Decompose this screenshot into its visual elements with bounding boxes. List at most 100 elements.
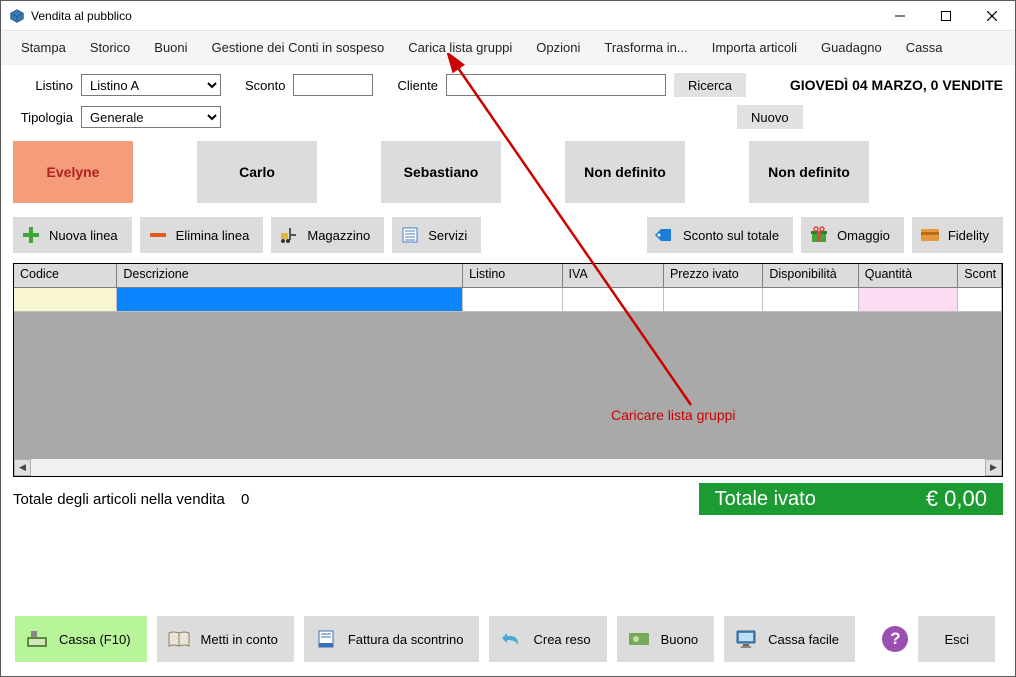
sconto-totale-button[interactable]: Sconto sul totale	[647, 217, 793, 253]
cell-codice[interactable]	[14, 288, 117, 312]
metti-in-conto-button[interactable]: Metti in conto	[157, 616, 294, 662]
profile-sebastiano[interactable]: Sebastiano	[381, 141, 501, 203]
profile-evelyne[interactable]: Evelyne	[13, 141, 133, 203]
window-title: Vendita al pubblico	[31, 9, 877, 23]
listino-select[interactable]: Listino A	[81, 74, 221, 96]
window-maximize-button[interactable]	[923, 1, 969, 31]
col-prezzo[interactable]: Prezzo ivato	[664, 264, 763, 288]
col-sconto[interactable]: Scont	[958, 264, 1002, 288]
cell-sconto[interactable]	[958, 288, 1002, 312]
tipologia-label: Tipologia	[13, 110, 73, 125]
forklift-icon	[279, 225, 299, 245]
menu-cassa[interactable]: Cassa	[894, 34, 955, 61]
buono-label: Buono	[661, 632, 699, 647]
window-minimize-button[interactable]	[877, 1, 923, 31]
sconto-input[interactable]	[293, 74, 373, 96]
menu-gestione-conti[interactable]: Gestione dei Conti in sospeso	[200, 34, 397, 61]
elimina-linea-button[interactable]: Elimina linea	[140, 217, 264, 253]
profile-carlo[interactable]: Carlo	[197, 141, 317, 203]
servizi-button[interactable]: Servizi	[392, 217, 481, 253]
tag-icon	[655, 225, 675, 245]
crea-reso-button[interactable]: Crea reso	[489, 616, 606, 662]
elimina-linea-label: Elimina linea	[176, 228, 250, 243]
cassa-label: Cassa (F10)	[59, 632, 131, 647]
menu-importa-articoli[interactable]: Importa articoli	[700, 34, 809, 61]
profile-non-definito-2[interactable]: Non definito	[749, 141, 869, 203]
buono-button[interactable]: Buono	[617, 616, 715, 662]
app-icon	[9, 8, 25, 24]
profile-non-definito-1[interactable]: Non definito	[565, 141, 685, 203]
card-icon	[920, 225, 940, 245]
sconto-totale-label: Sconto sul totale	[683, 228, 779, 243]
total-items-label: Totale degli articoli nella vendita 0	[13, 491, 249, 508]
menu-buoni[interactable]: Buoni	[142, 34, 199, 61]
cell-disponibilita[interactable]	[763, 288, 858, 312]
total-ivato-value: € 0,00	[926, 486, 987, 512]
col-iva[interactable]: IVA	[563, 264, 664, 288]
scroll-right-button[interactable]: ▶	[985, 459, 1002, 476]
tipologia-select[interactable]: Generale	[81, 106, 221, 128]
metti-in-conto-label: Metti in conto	[201, 632, 278, 647]
fattura-scontrino-label: Fattura da scontrino	[348, 632, 464, 647]
nuovo-button[interactable]: Nuovo	[737, 105, 803, 129]
cell-prezzo[interactable]	[664, 288, 763, 312]
esci-button[interactable]: Esci	[918, 616, 995, 662]
cell-iva[interactable]	[563, 288, 664, 312]
crea-reso-label: Crea reso	[533, 632, 590, 647]
bottom-toolbar: Cassa (F10) Metti in conto Fattura da sc…	[1, 602, 1015, 676]
col-codice[interactable]: Codice	[14, 264, 117, 288]
fattura-scontrino-button[interactable]: Fattura da scontrino	[304, 616, 480, 662]
cash-register-icon	[25, 628, 49, 650]
col-listino[interactable]: Listino	[463, 264, 562, 288]
col-descrizione[interactable]: Descrizione	[117, 264, 463, 288]
col-quantita[interactable]: Quantità	[859, 264, 958, 288]
cliente-input[interactable]	[446, 74, 666, 96]
menu-opzioni[interactable]: Opzioni	[524, 34, 592, 61]
sconto-label: Sconto	[245, 78, 285, 93]
window-close-button[interactable]	[969, 1, 1015, 31]
horizontal-scrollbar[interactable]: ◀ ▶	[14, 459, 1002, 476]
help-button[interactable]: ?	[882, 626, 908, 652]
cliente-label: Cliente	[397, 78, 437, 93]
profile-row: Evelyne Carlo Sebastiano Non definito No…	[1, 133, 1015, 217]
app-menubar: Stampa Storico Buoni Gestione dei Conti …	[1, 31, 1015, 65]
omaggio-button[interactable]: Omaggio	[801, 217, 904, 253]
magazzino-button[interactable]: Magazzino	[271, 217, 384, 253]
total-items-count: 0	[241, 491, 249, 508]
menu-trasforma-in[interactable]: Trasforma in...	[592, 34, 699, 61]
annotation-text: Caricare lista gruppi	[611, 407, 736, 423]
nuova-linea-label: Nuova linea	[49, 228, 118, 243]
voucher-icon	[627, 628, 651, 650]
magazzino-label: Magazzino	[307, 228, 370, 243]
cell-descrizione[interactable]	[117, 288, 463, 312]
total-ivato-label: Totale ivato	[715, 488, 816, 511]
esci-label: Esci	[944, 632, 969, 647]
scroll-left-button[interactable]: ◀	[14, 459, 31, 476]
book-icon	[167, 628, 191, 650]
monitor-icon	[734, 628, 758, 650]
menu-storico[interactable]: Storico	[78, 34, 142, 61]
menu-carica-lista-gruppi[interactable]: Carica lista gruppi	[396, 34, 524, 61]
list-icon	[400, 225, 420, 245]
nuova-linea-button[interactable]: Nuova linea	[13, 217, 132, 253]
menu-stampa[interactable]: Stampa	[9, 34, 78, 61]
plus-icon	[21, 225, 41, 245]
ricerca-button[interactable]: Ricerca	[674, 73, 746, 97]
fidelity-label: Fidelity	[948, 228, 989, 243]
date-status: GIOVEDÌ 04 MARZO, 0 VENDITE	[790, 77, 1003, 93]
cassa-button[interactable]: Cassa (F10)	[15, 616, 147, 662]
servizi-label: Servizi	[428, 228, 467, 243]
listino-label: Listino	[13, 78, 73, 93]
menu-guadagno[interactable]: Guadagno	[809, 34, 894, 61]
gift-icon	[809, 225, 829, 245]
window-titlebar: Vendita al pubblico	[1, 1, 1015, 31]
cassa-facile-button[interactable]: Cassa facile	[724, 616, 855, 662]
cassa-facile-label: Cassa facile	[768, 632, 839, 647]
cell-listino[interactable]	[463, 288, 562, 312]
col-disponibilita[interactable]: Disponibilità	[763, 264, 858, 288]
cell-quantita[interactable]	[859, 288, 958, 312]
undo-icon	[499, 628, 523, 650]
fidelity-button[interactable]: Fidelity	[912, 217, 1003, 253]
table-row[interactable]	[14, 288, 1002, 312]
total-ivato-banner: Totale ivato € 0,00	[699, 483, 1003, 515]
